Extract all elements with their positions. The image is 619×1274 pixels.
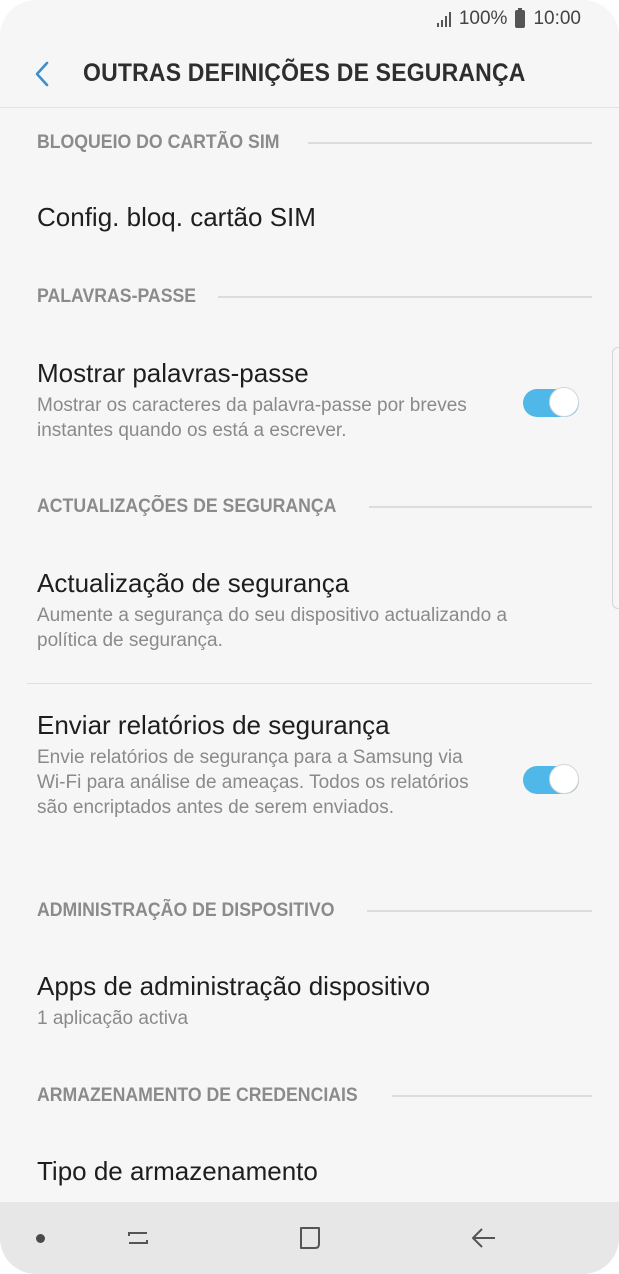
section-header-label: ACTUALIZAÇÕES DE SEGURANÇA — [37, 496, 337, 517]
signal-icon — [436, 11, 451, 27]
device-admin-apps-item[interactable]: Apps de administração dispositivo 1 apli… — [0, 971, 619, 1031]
home-button[interactable] — [292, 1220, 328, 1256]
toggle-thumb — [549, 387, 579, 417]
section-divider — [307, 142, 592, 144]
section-header-label: PALAVRAS-PASSE — [37, 286, 197, 307]
section-header-label: ADMINISTRAÇÃO DE DISPOSITIVO — [37, 900, 335, 921]
storage-type-item[interactable]: Tipo de armazenamento — [0, 1156, 619, 1187]
settings-list[interactable]: BLOQUEIO DO CARTÃO SIM Config. bloq. car… — [0, 108, 619, 1202]
section-divider — [218, 296, 592, 298]
back-nav-button[interactable] — [466, 1220, 502, 1256]
item-summary: Mostrar os caracteres da palavra-passe p… — [37, 395, 467, 441]
app-bar: OUTRAS DEFINIÇÕES DE SEGURANÇA — [0, 40, 619, 108]
section-header-device-admin: ADMINISTRAÇÃO DE DISPOSITIVO — [0, 900, 619, 922]
item-title: Apps de administração dispositivo — [37, 971, 431, 1001]
dot-icon[interactable] — [36, 1234, 45, 1243]
send-security-reports-item[interactable]: Enviar relatórios de segurança Envie rel… — [0, 710, 619, 820]
sim-lock-settings-item[interactable]: Config. bloq. cartão SIM — [0, 202, 619, 233]
item-title: Enviar relatórios de segurança — [37, 710, 390, 740]
section-divider — [366, 910, 592, 912]
section-header-credentials: ARMAZENAMENTO DE CREDENCIAIS — [0, 1085, 619, 1107]
section-divider — [368, 506, 592, 508]
item-summary: Aumente a segurança do seu dispositivo a… — [37, 605, 508, 651]
navigation-bar — [0, 1202, 619, 1274]
section-divider — [391, 1095, 592, 1097]
status-time: 10:00 — [533, 8, 581, 29]
phone-screen: 100% 10:00 OUTRAS DEFINIÇÕES DE SEGURANÇ… — [0, 0, 619, 1274]
page-title: OUTRAS DEFINIÇÕES DE SEGURANÇA — [83, 59, 526, 87]
section-header-updates: ACTUALIZAÇÕES DE SEGURANÇA — [0, 496, 619, 518]
item-title: Tipo de armazenamento — [37, 1156, 318, 1186]
home-icon — [300, 1227, 320, 1249]
battery-icon — [515, 8, 526, 28]
section-header-passwords: PALAVRAS-PASSE — [0, 286, 619, 308]
item-title: Actualização de segurança — [37, 568, 350, 598]
recent-apps-button[interactable] — [120, 1220, 156, 1256]
item-title: Mostrar palavras-passe — [37, 358, 309, 388]
show-passwords-item[interactable]: Mostrar palavras-passe Mostrar os caract… — [0, 358, 619, 443]
item-divider — [27, 683, 592, 684]
toggle-thumb — [549, 764, 579, 794]
scrollbar[interactable] — [612, 347, 619, 609]
back-button[interactable] — [22, 54, 62, 94]
security-update-item[interactable]: Actualização de segurança Aumente a segu… — [0, 568, 619, 653]
item-summary: 1 aplicação activa — [37, 1008, 189, 1029]
section-header-sim: BLOQUEIO DO CARTÃO SIM — [0, 132, 619, 154]
back-arrow-icon — [472, 1228, 495, 1248]
chevron-left-icon — [35, 61, 49, 86]
send-security-reports-toggle[interactable] — [523, 764, 579, 796]
status-indicators: 100% 10:00 — [436, 8, 581, 30]
section-header-label: ARMAZENAMENTO DE CREDENCIAIS — [37, 1085, 358, 1106]
battery-percentage: 100% — [458, 8, 508, 29]
recent-apps-icon — [128, 1232, 148, 1244]
show-passwords-toggle[interactable] — [523, 387, 579, 419]
section-header-label: BLOQUEIO DO CARTÃO SIM — [37, 132, 280, 153]
status-bar: 100% 10:00 — [0, 0, 619, 40]
item-summary: Envie relatórios de segurança para a Sam… — [37, 747, 469, 818]
item-title: Config. bloq. cartão SIM — [37, 202, 316, 232]
